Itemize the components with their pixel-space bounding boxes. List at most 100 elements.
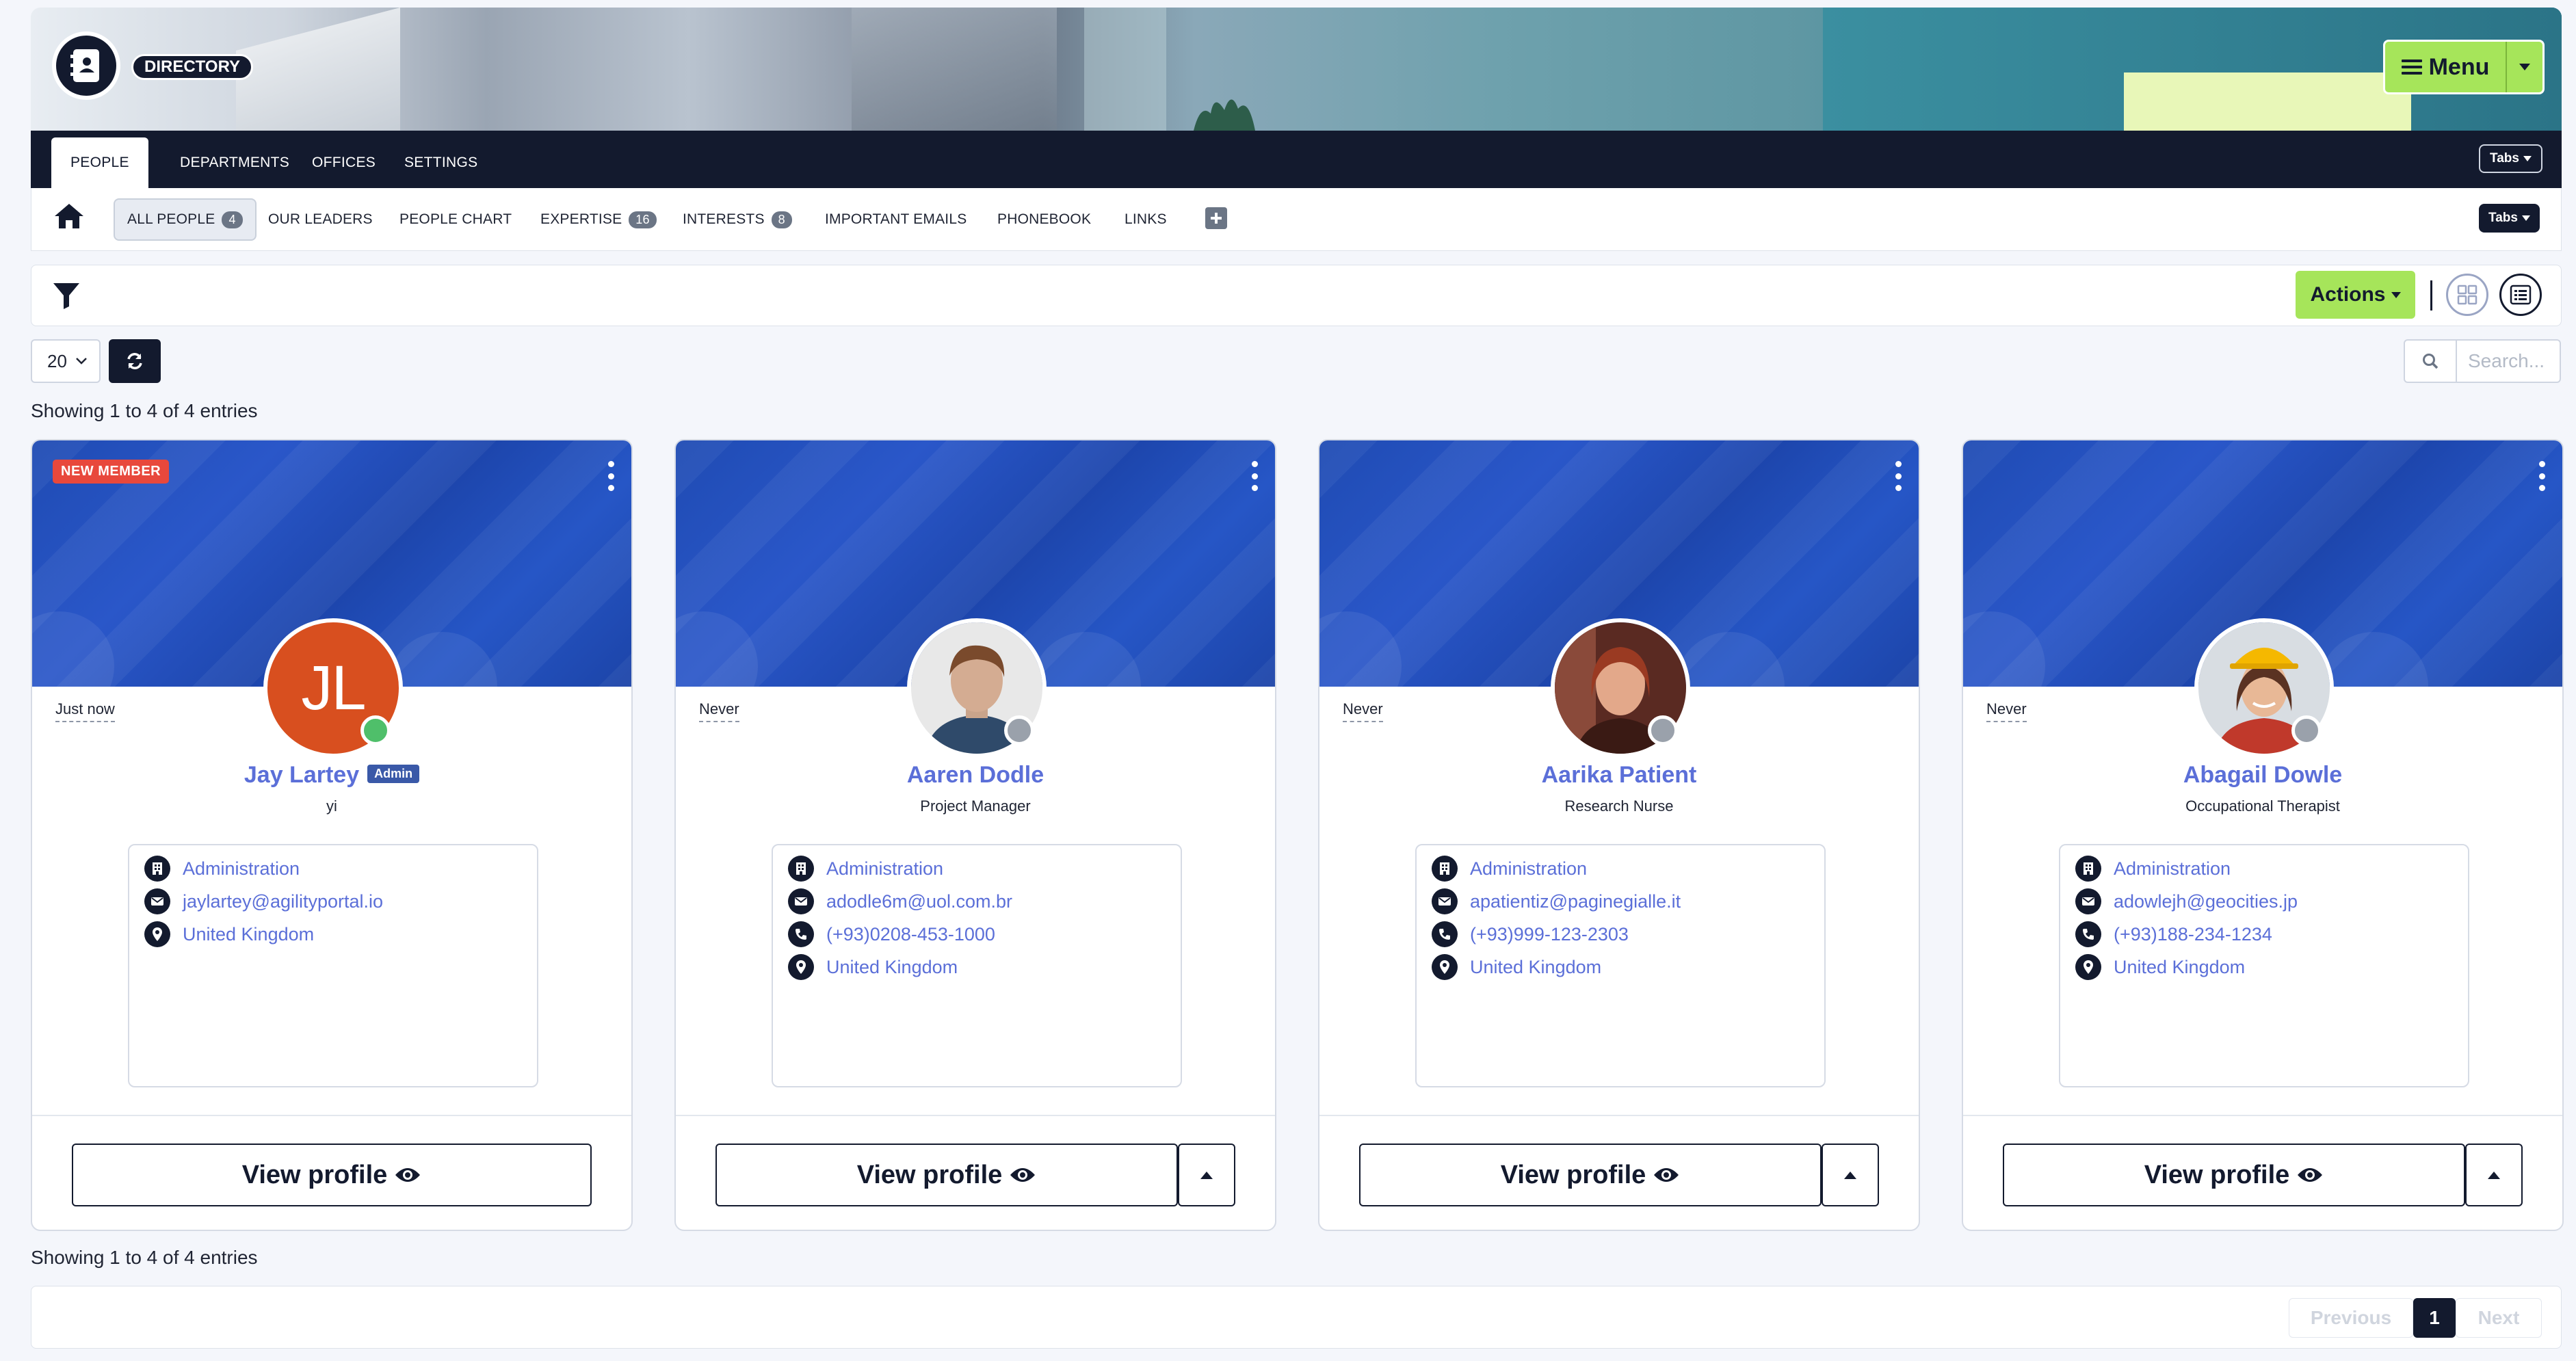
- menu-button[interactable]: Menu: [2383, 40, 2545, 94]
- detail-email[interactable]: apatientiz@paginegialle.it: [1432, 886, 1681, 916]
- contact-details: Administration adowlejh@geocities.jp (+9…: [2059, 844, 2469, 1087]
- detail-department[interactable]: Administration: [788, 854, 943, 884]
- detail-text: Administration: [2114, 858, 2231, 879]
- tab-people[interactable]: PEOPLE: [51, 137, 148, 188]
- building-icon: [2075, 856, 2101, 882]
- entries-info-bottom: Showing 1 to 4 of 4 entries: [31, 1247, 258, 1268]
- pagination-previous[interactable]: Previous: [2289, 1298, 2413, 1338]
- detail-phone[interactable]: (+93)188-234-1234: [2075, 919, 2272, 949]
- grid-icon: [2457, 285, 2478, 305]
- subtab-all-people[interactable]: ALL PEOPLE 4: [114, 198, 257, 241]
- subtab-phonebook[interactable]: PHONEBOOK: [985, 198, 1103, 241]
- refresh-button[interactable]: [109, 339, 161, 383]
- person-card: NEW MEMBER Just now JL Jay Lartey Admin y…: [31, 439, 633, 1231]
- detail-department[interactable]: Administration: [144, 854, 300, 884]
- subtab-our-leaders[interactable]: OUR LEADERS: [256, 198, 385, 241]
- list-view-button[interactable]: [2499, 274, 2542, 316]
- pagination-next[interactable]: Next: [2456, 1298, 2542, 1338]
- subtab-expertise[interactable]: EXPERTISE 16: [528, 198, 669, 241]
- page-length-select[interactable]: 20: [31, 339, 101, 383]
- caret-down-icon: [2523, 156, 2532, 161]
- detail-department[interactable]: Administration: [1432, 854, 1587, 884]
- person-name[interactable]: Aarika Patient: [1319, 762, 1919, 789]
- caret-down-icon: [2519, 64, 2530, 70]
- menu-dropdown-toggle[interactable]: [2506, 42, 2542, 92]
- detail-email[interactable]: adodle6m@uol.com.br: [788, 886, 1012, 916]
- pagination-bar: [31, 1286, 2562, 1349]
- person-title: Occupational Therapist: [2185, 797, 2340, 815]
- search-input[interactable]: Search...: [2457, 341, 2560, 382]
- actions-button[interactable]: Actions: [2296, 271, 2415, 319]
- detail-text: Administration: [183, 858, 300, 879]
- tab-offices[interactable]: OFFICES: [293, 137, 395, 188]
- detail-location[interactable]: United Kingdom: [144, 919, 314, 949]
- view-profile-button[interactable]: View profile: [1359, 1144, 1822, 1206]
- detail-text: adowlejh@geocities.jp: [2114, 890, 2298, 912]
- actions-label: Actions: [2310, 283, 2386, 306]
- person-name[interactable]: Aaren Dodle: [676, 762, 1275, 789]
- contact-details: Administration jaylartey@agilityportal.i…: [128, 844, 538, 1087]
- search-box[interactable]: Search...: [2404, 339, 2561, 383]
- envelope-icon: [1432, 888, 1458, 914]
- location-pin-icon: [788, 954, 814, 980]
- header-banner: [31, 8, 2562, 131]
- last-seen: Never: [1343, 700, 1383, 722]
- detail-department[interactable]: Administration: [2075, 854, 2231, 884]
- caret-up-icon: [1200, 1171, 1213, 1179]
- person-name[interactable]: Jay Lartey: [244, 762, 359, 788]
- more-options-icon[interactable]: [2536, 461, 2547, 491]
- count-badge: 8: [771, 211, 792, 228]
- detail-phone[interactable]: (+93)0208-453-1000: [788, 919, 995, 949]
- detail-text: (+93)188-234-1234: [2114, 923, 2272, 944]
- location-pin-icon: [1432, 954, 1458, 980]
- person-title: Project Manager: [920, 797, 1031, 815]
- tabs-label: Tabs: [2488, 211, 2518, 225]
- grid-view-button[interactable]: [2446, 274, 2488, 316]
- online-status-dot: [360, 715, 391, 745]
- detail-location[interactable]: United Kingdom: [1432, 952, 1601, 982]
- last-seen: Never: [699, 700, 739, 722]
- expand-button[interactable]: [1178, 1144, 1235, 1206]
- expand-button[interactable]: [1822, 1144, 1879, 1206]
- subtab-links[interactable]: LINKS: [1112, 198, 1179, 241]
- caret-up-icon: [2488, 1171, 2500, 1179]
- subtab-important-emails[interactable]: IMPORTANT EMAILS: [813, 198, 979, 241]
- detail-location[interactable]: United Kingdom: [788, 952, 958, 982]
- detail-email[interactable]: jaylartey@agilityportal.io: [144, 886, 383, 916]
- caret-down-icon: [2521, 215, 2530, 221]
- detail-phone[interactable]: (+93)999-123-2303: [1432, 919, 1629, 949]
- subtab-people-chart[interactable]: PEOPLE CHART: [387, 198, 524, 241]
- main-tabs-toggle[interactable]: Tabs: [2479, 144, 2542, 173]
- home-icon[interactable]: [53, 202, 85, 233]
- tab-departments[interactable]: DEPARTMENTS: [161, 137, 308, 188]
- tab-settings[interactable]: SETTINGS: [385, 137, 497, 188]
- subtab-label: ALL PEOPLE: [127, 211, 215, 227]
- person-name[interactable]: Abagail Dowle: [1963, 762, 2562, 789]
- search-icon: [2405, 341, 2457, 382]
- expand-button[interactable]: [2465, 1144, 2523, 1206]
- building-icon: [788, 856, 814, 882]
- detail-text: adodle6m@uol.com.br: [826, 890, 1013, 912]
- count-badge: 16: [629, 211, 657, 228]
- more-options-icon[interactable]: [1249, 461, 1260, 491]
- menu-main[interactable]: Menu: [2385, 42, 2506, 92]
- directory-logo[interactable]: [52, 31, 120, 100]
- pagination-page-1[interactable]: 1: [2413, 1298, 2456, 1338]
- detail-text: Administration: [1470, 858, 1588, 879]
- more-options-icon[interactable]: [1893, 461, 1904, 491]
- main-tabs: PEOPLE DEPARTMENTS OFFICES SETTINGS: [31, 131, 2562, 188]
- sub-tabs-toggle[interactable]: Tabs: [2479, 204, 2540, 233]
- view-profile-button[interactable]: View profile: [72, 1144, 592, 1206]
- app-label[interactable]: DIRECTORY: [131, 54, 254, 80]
- detail-location[interactable]: United Kingdom: [2075, 952, 2245, 982]
- view-profile-button[interactable]: View profile: [2003, 1144, 2465, 1206]
- filter-toolbar: [31, 265, 2562, 326]
- add-tab-icon[interactable]: [1205, 207, 1227, 229]
- detail-email[interactable]: adowlejh@geocities.jp: [2075, 886, 2298, 916]
- card-divider: [1319, 1115, 1919, 1116]
- view-profile-button[interactable]: View profile: [715, 1144, 1178, 1206]
- view-profile-label: View profile: [2144, 1160, 2290, 1189]
- subtab-interests[interactable]: INTERESTS 8: [670, 198, 804, 241]
- more-options-icon[interactable]: [605, 461, 616, 491]
- filter-icon[interactable]: [51, 280, 81, 314]
